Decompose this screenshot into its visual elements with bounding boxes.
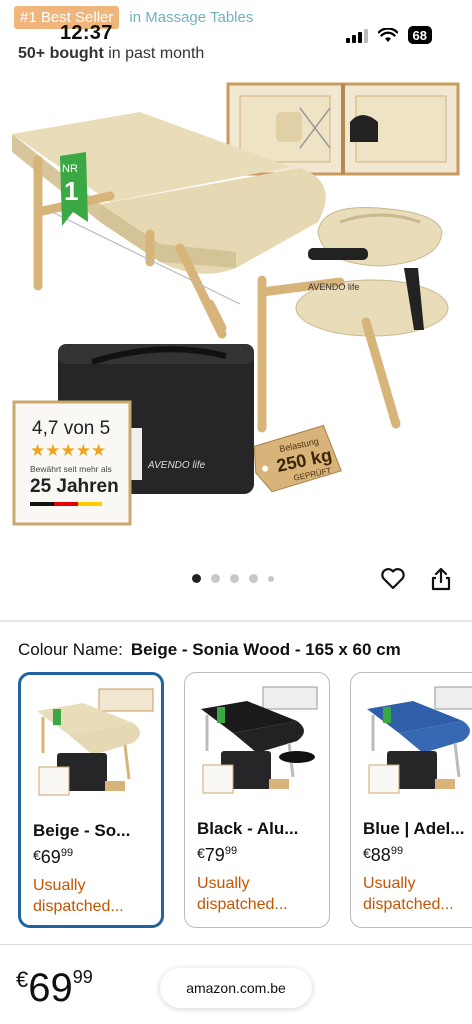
variant-black[interactable]: Black - Alu... €7999 Usually dispatched.… — [184, 672, 330, 928]
clock: 12:37 — [60, 22, 113, 44]
variant-status: Usually dispatched... — [363, 875, 454, 913]
variant-swatches: Beige - So... €6999 Usually dispatched..… — [18, 672, 472, 930]
product-image[interactable]: NR 1 AVENDO life AVENDO life 4,7 von 5 ★… — [0, 72, 472, 562]
colour-label: Colour Name: — [18, 640, 123, 659]
colour-value: Beige - Sonia Wood - 165 x 60 cm — [130, 640, 401, 659]
carousel-dots[interactable] — [192, 574, 274, 583]
rating-stars: ★★★★★ — [30, 441, 106, 461]
variant-black-image — [201, 686, 318, 794]
variant-name: Beige - So... — [33, 821, 131, 840]
carousel-dot-2[interactable] — [211, 574, 220, 583]
years-big: 25 Jahren — [30, 476, 119, 497]
variant-price: €6999 — [33, 847, 74, 867]
bag-brand: AVENDO life — [147, 460, 206, 471]
variant-status: Usually dispatched... — [197, 875, 288, 913]
bottom-divider — [0, 944, 472, 945]
variant-name: Blue | Adel... — [363, 819, 465, 838]
variant-beige-image — [37, 688, 154, 796]
section-divider — [0, 620, 472, 622]
variant-blue-image — [367, 686, 472, 794]
carousel-dot-3[interactable] — [230, 574, 239, 583]
variant-beige[interactable]: Beige - So... €6999 Usually dispatched..… — [18, 672, 164, 928]
heart-icon[interactable] — [380, 566, 406, 592]
url-bar[interactable]: amazon.com.be — [160, 968, 312, 1008]
rating-card: 4,7 von 5 ★★★★★ Bewährt seit mehr als 25… — [12, 400, 132, 526]
variant-name: Black - Alu... — [197, 819, 299, 838]
wifi-icon — [377, 27, 398, 42]
nr-value: 1 — [64, 176, 78, 206]
carousel-dot-1[interactable] — [192, 574, 201, 583]
share-icon[interactable] — [428, 566, 454, 592]
variant-price: €7999 — [197, 845, 238, 865]
bought-count: 50+ bought in past month — [18, 45, 204, 63]
massage-table-illustration: NR 1 AVENDO life AVENDO life 4,7 von 5 ★… — [12, 82, 460, 526]
brand-logo: AVENDO life — [308, 282, 359, 292]
signal-icon — [345, 28, 368, 43]
weight-tag: Belastung 250 kg GEPRÜFT — [253, 424, 342, 493]
badge-row: #1 Best Seller in Massage Tables — [14, 6, 253, 29]
variant-status: Usually dispatched... — [33, 877, 124, 915]
battery-indicator: 68 — [407, 26, 432, 44]
svg-text:★★★★★: ★★★★★ — [30, 441, 106, 461]
carousel-dot-5[interactable] — [268, 575, 274, 582]
variant-blue[interactable]: Blue | Adel... €8899 Usually dispatched.… — [350, 672, 472, 928]
category-link[interactable]: in Massage Tables — [129, 9, 253, 26]
carousel-dot-4[interactable] — [249, 574, 258, 583]
years-small: Bewährt seit mehr als — [30, 464, 112, 474]
bought-rest: in past month — [103, 45, 205, 62]
variant-price: €8899 — [363, 845, 404, 865]
nr-label: NR — [62, 163, 78, 175]
bottom-price: €6999 — [16, 966, 93, 1010]
colour-name-row: Colour Name: Beige - Sonia Wood - 165 x 6… — [18, 640, 401, 660]
bought-bold: 50+ bought — [18, 45, 104, 62]
rating-text: 4,7 von 5 — [32, 418, 110, 439]
system-icons: 68 — [345, 26, 432, 44]
status-bar: #1 Best Seller in Massage Tables 12:37 5… — [0, 0, 472, 70]
